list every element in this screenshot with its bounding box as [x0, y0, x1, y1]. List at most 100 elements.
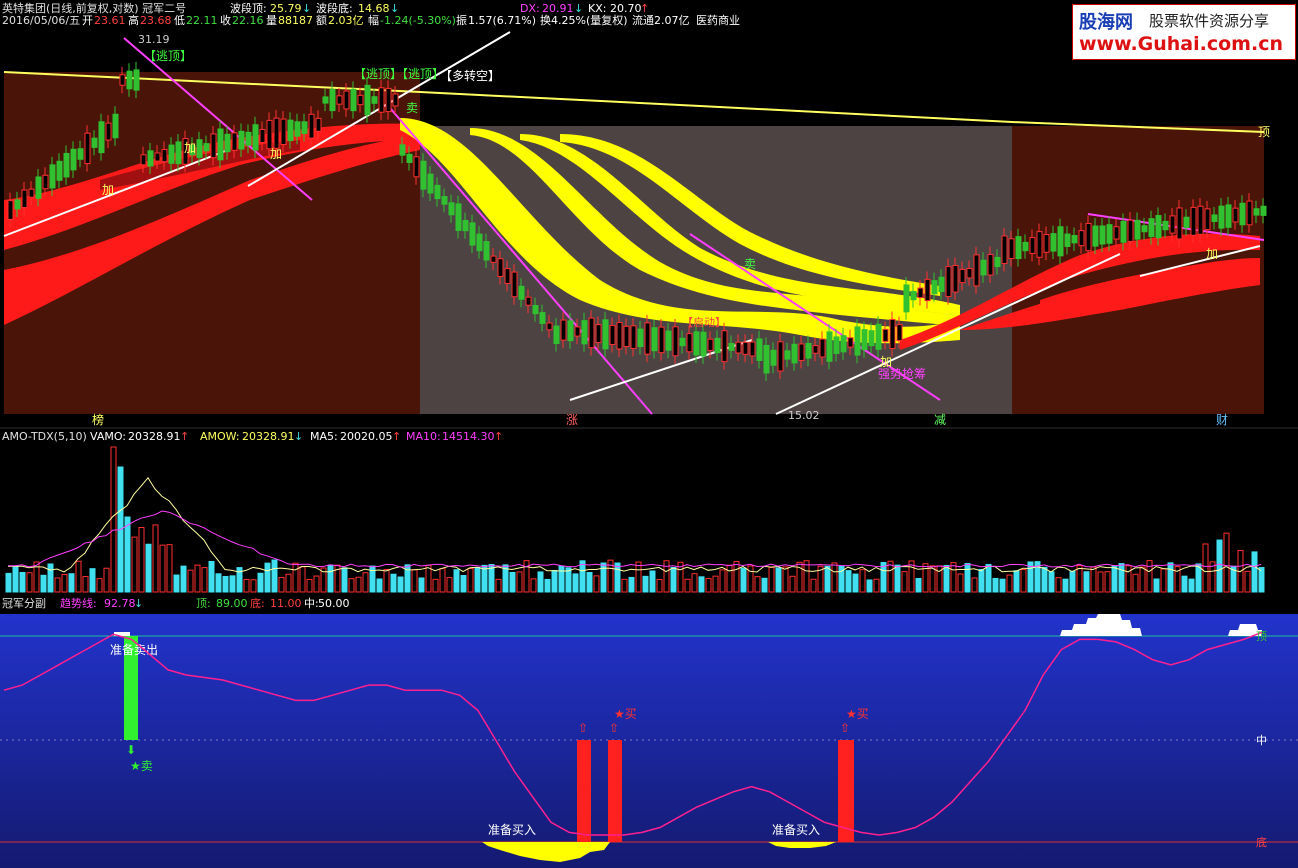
candle-body	[140, 154, 147, 166]
candle-body	[1246, 200, 1253, 226]
candle-body	[1099, 225, 1106, 245]
candle-body	[777, 341, 784, 372]
candle-body	[847, 337, 854, 348]
candle-body	[1113, 226, 1120, 240]
candle-body	[749, 341, 756, 357]
volume-panel: AMO-TDX(5,10) VAMO: 20328.91 ↑ AMOW: 203…	[0, 427, 1298, 593]
candle-body	[651, 327, 658, 352]
candle-body	[581, 320, 588, 345]
buy-bar-1	[577, 740, 591, 842]
candle-body	[28, 188, 35, 198]
candle-body	[252, 124, 259, 151]
volume-bar	[250, 579, 257, 593]
chart-canvas[interactable]: 31.19 15.02 【逃顶】 【逃顶】【逃顶】 【多转空】 加 加 加 加 …	[0, 0, 1298, 868]
volume-bar	[915, 577, 922, 593]
price-low-label: 15.02	[788, 409, 820, 422]
candle-body	[931, 280, 938, 295]
candle-body	[966, 267, 973, 279]
candle-body	[315, 117, 322, 132]
candle-body	[105, 122, 112, 141]
volume-bar	[1013, 570, 1020, 593]
volume-bar	[1167, 562, 1174, 593]
volume-bar	[691, 573, 698, 593]
candle-body	[413, 156, 420, 178]
volume-bar	[852, 573, 859, 593]
candle-body	[1029, 237, 1036, 254]
candle-body	[483, 241, 490, 261]
candle-body	[259, 128, 266, 144]
candle-body	[665, 330, 672, 351]
chg-value: -1.24(-5.30%)	[380, 14, 456, 27]
mid-value: 50.00	[318, 597, 350, 610]
candle-body	[476, 233, 483, 252]
candle-body	[455, 203, 462, 231]
candle-body	[322, 96, 329, 104]
volume-bar	[726, 564, 733, 593]
volume-bar	[1006, 574, 1013, 593]
volume-bar	[103, 567, 110, 593]
candle-body	[791, 343, 798, 364]
buy-signal-1: ★买	[614, 707, 637, 721]
volume-bar	[866, 579, 873, 593]
buy-arrow-3: ⇧	[840, 721, 850, 735]
candle-body	[21, 189, 28, 209]
candle-body	[1211, 214, 1218, 222]
volume-bar	[425, 564, 432, 593]
close-value: 22.16	[232, 14, 264, 27]
volume-bar	[145, 543, 152, 593]
candle-body	[728, 342, 735, 351]
volume-bar	[810, 578, 817, 593]
low-label: 低	[174, 14, 185, 27]
volume-bar	[1202, 543, 1209, 593]
volume-bar	[1020, 569, 1027, 593]
candle-body	[672, 326, 679, 357]
volume-bar	[537, 571, 544, 593]
candle-body	[588, 317, 595, 349]
candle-body	[441, 196, 448, 205]
candle-body	[1176, 207, 1183, 240]
amt-label: 额	[316, 14, 327, 27]
volume-bar	[635, 561, 642, 593]
multi-short-label: 【多转空】	[440, 68, 500, 83]
volume-bar	[257, 572, 264, 593]
candle-body	[357, 94, 364, 106]
candle-body	[1253, 208, 1260, 216]
candle-body	[1183, 216, 1190, 229]
watermark-logo: 股海网 股票软件资源分享 www.Guhai.com.cn	[1072, 4, 1296, 60]
volume-bar	[124, 516, 131, 593]
candle-body	[448, 202, 455, 216]
volume-bar	[1258, 567, 1265, 593]
candle-body	[567, 320, 574, 342]
candle-body	[168, 144, 175, 164]
volume-bar	[40, 574, 47, 593]
volume-bar	[719, 569, 726, 593]
candle-body	[756, 338, 763, 361]
candle-body	[49, 164, 56, 189]
candle-body	[434, 184, 441, 200]
candle-body	[700, 331, 707, 357]
volume-bar	[1118, 563, 1125, 593]
volume-bar	[411, 569, 418, 593]
watermark-title: 股海网	[1079, 12, 1133, 33]
candle-body	[679, 337, 686, 347]
volume-bar	[1132, 573, 1139, 593]
candle-body	[917, 287, 924, 299]
high-label: 高	[128, 13, 139, 27]
volume-bar	[593, 575, 600, 593]
candle-body	[350, 88, 357, 112]
volume-bar	[47, 563, 54, 593]
candle-body	[539, 312, 546, 324]
candle-body	[294, 121, 301, 137]
volume-bar	[614, 562, 621, 593]
volume-bar	[509, 571, 516, 593]
volume-bar	[180, 565, 187, 593]
candle-body	[763, 344, 770, 374]
candle-body	[1155, 215, 1162, 239]
trend-value: 92.78	[104, 597, 136, 610]
wave-top-label: 波段顶:	[230, 1, 267, 15]
candle-body	[987, 254, 994, 276]
candle-body	[1225, 204, 1232, 228]
candle-body	[175, 141, 182, 165]
candle-body	[1015, 236, 1022, 260]
candle-body	[63, 152, 70, 178]
